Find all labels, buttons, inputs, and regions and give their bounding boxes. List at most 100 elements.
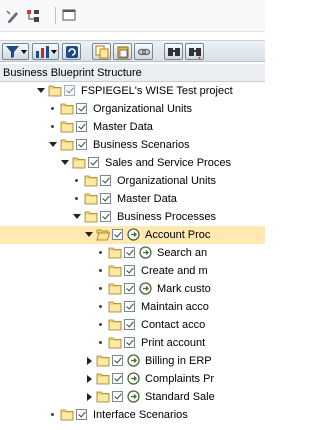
folder-icon [96, 355, 110, 367]
folder-icon [84, 211, 98, 223]
folder-icon [48, 85, 62, 97]
folder-icon [60, 139, 74, 151]
link-icon [137, 48, 151, 56]
node-checkbox[interactable] [100, 175, 111, 186]
expanded-arrow-icon[interactable] [61, 154, 69, 172]
tree-node-label: Master Data [117, 193, 177, 205]
node-checkbox[interactable] [124, 247, 135, 258]
tree-node-label: Organizational Units [93, 103, 193, 115]
process-step-icon [139, 246, 152, 259]
chevron-down-icon [51, 50, 57, 54]
process-step-icon [139, 282, 152, 295]
tree-node[interactable]: Master Data [0, 118, 265, 136]
node-checkbox[interactable] [100, 193, 111, 204]
tree-column-header: Business Blueprint Structure [0, 64, 265, 82]
node-checkbox[interactable] [76, 103, 87, 114]
leaf-bullet-icon [49, 100, 57, 118]
tree-node[interactable]: Business Scenarios [0, 136, 265, 154]
tree-node-label: Business Scenarios [93, 139, 190, 151]
expanded-arrow-icon[interactable] [37, 82, 45, 100]
tree-node[interactable]: Account Proc [0, 226, 265, 244]
node-checkbox[interactable] [124, 337, 135, 348]
leaf-bullet-icon [97, 262, 105, 280]
collapsed-arrow-icon[interactable] [85, 352, 93, 370]
structure-icon[interactable] [25, 8, 41, 24]
tree-node[interactable]: Sales and Service Proces [0, 154, 265, 172]
chart-button[interactable] [32, 43, 59, 60]
find-icon [168, 48, 180, 56]
tree-node-label: Search an [157, 247, 208, 259]
tree-node-label: Mark custo [157, 283, 211, 295]
tree-node-label: Master Data [93, 121, 153, 133]
paste-button[interactable] [113, 43, 132, 60]
folder-icon [84, 193, 98, 205]
tree-node[interactable]: Maintain acco [0, 298, 265, 316]
process-step-icon [127, 228, 140, 241]
node-checkbox[interactable] [88, 157, 99, 168]
expanded-arrow-icon[interactable] [49, 136, 57, 154]
tree-node-label: FSPIEGEL's WISE Test project [81, 85, 233, 97]
link-button[interactable] [134, 43, 153, 60]
copy-button[interactable] [92, 43, 111, 60]
blueprint-tree: FSPIEGEL's WISE Test project Organization… [0, 82, 265, 430]
window-icon[interactable] [62, 8, 76, 24]
chart-icon [36, 46, 49, 58]
leaf-bullet-icon [97, 280, 105, 298]
node-checkbox[interactable] [124, 319, 135, 330]
tree-node[interactable]: Complaints Pr [0, 370, 265, 388]
folder-icon [84, 175, 98, 187]
node-checkbox[interactable] [76, 409, 87, 420]
tree-node[interactable]: Organizational Units [0, 172, 265, 190]
paste-icon [117, 46, 129, 59]
open-folder-icon [96, 229, 110, 241]
tree-node[interactable]: Business Processes [0, 208, 265, 226]
leaf-bullet-icon [49, 118, 57, 136]
tree-node-label: Print account [141, 337, 206, 349]
folder-icon [108, 301, 122, 313]
expanded-arrow-icon[interactable] [73, 208, 81, 226]
tree-node-label: Maintain acco [141, 301, 209, 313]
tree-node[interactable]: Interface Scenarios [0, 406, 265, 424]
node-checkbox[interactable] [112, 355, 123, 366]
collapsed-arrow-icon[interactable] [85, 370, 93, 388]
node-checkbox[interactable] [124, 283, 135, 294]
tree-node-label: Interface Scenarios [93, 409, 188, 421]
tree-node[interactable]: FSPIEGEL's WISE Test project [0, 82, 265, 100]
tree-node[interactable]: Contact acco [0, 316, 265, 334]
expanded-arrow-icon[interactable] [85, 226, 93, 244]
folder-icon [108, 265, 122, 277]
find-button[interactable] [164, 43, 183, 60]
tree-node[interactable]: Print account [0, 334, 265, 352]
node-checkbox[interactable] [64, 85, 75, 96]
tree-node[interactable]: Organizational Units [0, 100, 265, 118]
tree-node-label: Billing in ERP [145, 355, 212, 367]
process-step-icon [127, 354, 140, 367]
tree-node-label: Sales and Service Proces [105, 157, 231, 169]
node-checkbox[interactable] [76, 139, 87, 150]
find-next-button[interactable] [185, 43, 204, 60]
tree-node[interactable]: Billing in ERP [0, 352, 265, 370]
collapsed-arrow-icon[interactable] [85, 388, 93, 406]
toolbar-separator [55, 7, 56, 24]
node-checkbox[interactable] [124, 265, 135, 276]
tree-node-label: Business Processes [117, 211, 217, 223]
node-checkbox[interactable] [112, 229, 123, 240]
node-checkbox[interactable] [100, 211, 111, 222]
node-checkbox[interactable] [76, 121, 87, 132]
folder-icon [108, 283, 122, 295]
leaf-bullet-icon [97, 298, 105, 316]
edit-pencil-icon[interactable] [6, 8, 20, 24]
filter-button[interactable] [2, 43, 29, 60]
node-checkbox[interactable] [112, 373, 123, 384]
leaf-bullet-icon [97, 244, 105, 262]
refresh-button[interactable] [62, 43, 81, 60]
tree-node[interactable]: Search an [0, 244, 265, 262]
filter-icon [6, 46, 19, 58]
tree-node-label: Create and m [141, 265, 208, 277]
tree-node[interactable]: Standard Sale [0, 388, 265, 406]
tree-node[interactable]: Create and m [0, 262, 265, 280]
node-checkbox[interactable] [112, 391, 123, 402]
tree-node[interactable]: Mark custo [0, 280, 265, 298]
tree-node[interactable]: Master Data [0, 190, 265, 208]
node-checkbox[interactable] [124, 301, 135, 312]
